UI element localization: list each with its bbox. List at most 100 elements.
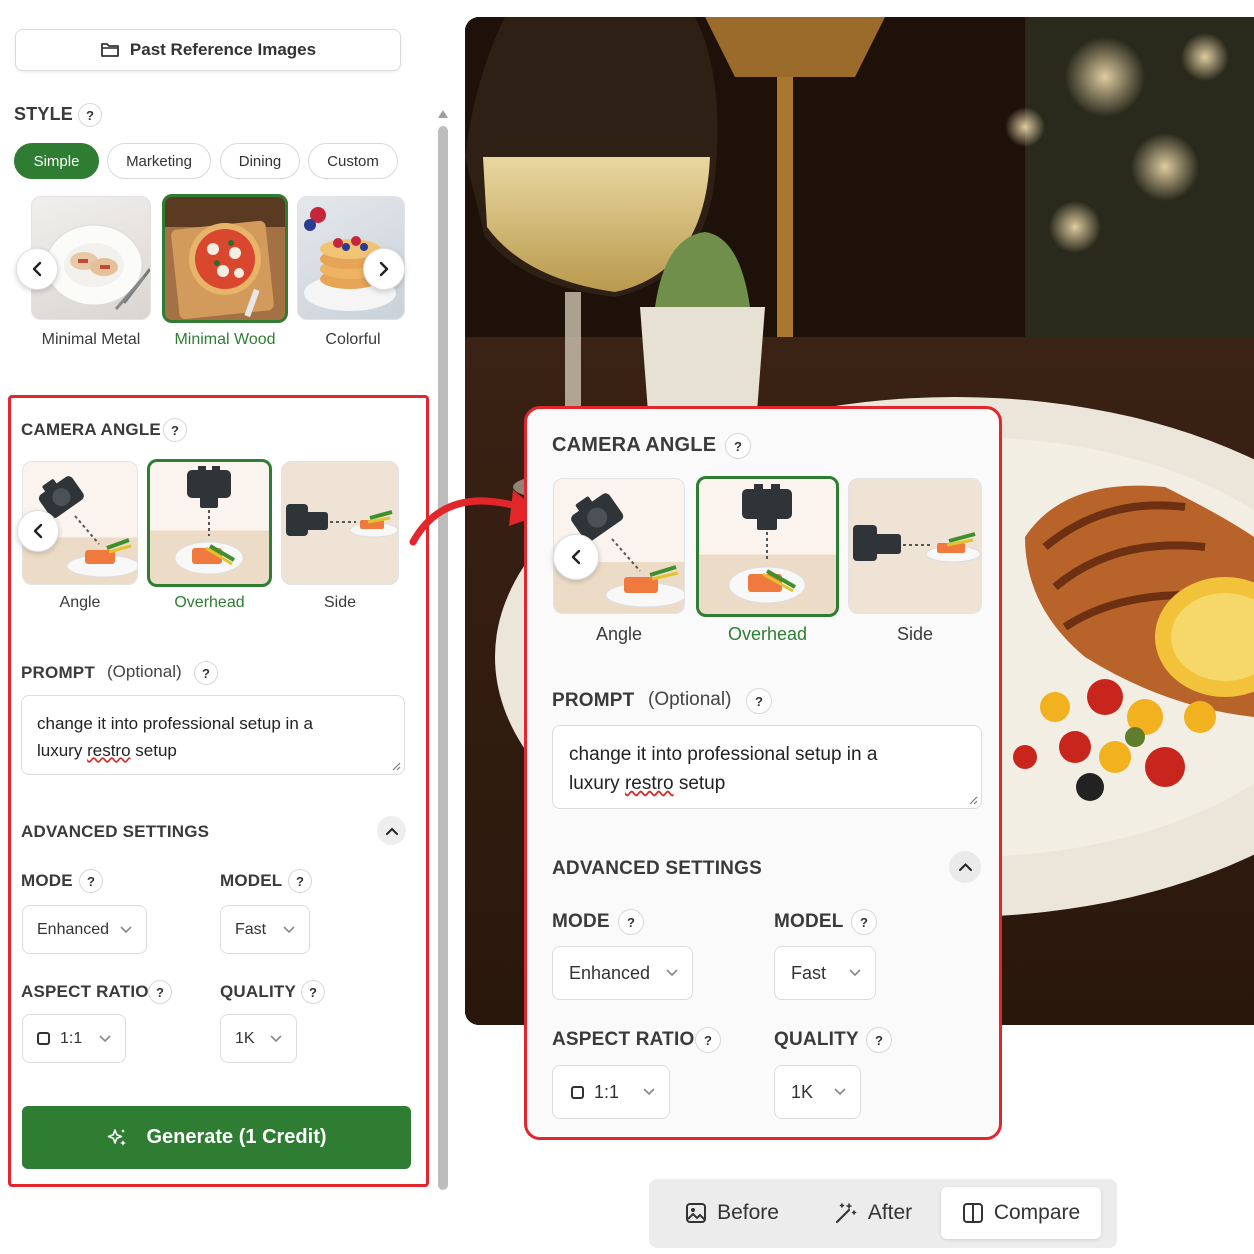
- zoom-camera-angle-title: CAMERA ANGLE: [552, 434, 717, 456]
- zoom-camera-option-overhead[interactable]: [696, 476, 839, 617]
- prompt-line-2: luxury restro setup: [37, 741, 177, 760]
- style-title: STYLE: [14, 104, 74, 124]
- zoom-mode-help-icon[interactable]: ?: [618, 909, 644, 935]
- advanced-collapse-button[interactable]: [377, 816, 406, 845]
- past-reference-images-label: Past Reference Images: [129, 40, 317, 59]
- square-icon: [37, 1032, 50, 1045]
- resize-handle-icon[interactable]: [968, 795, 978, 805]
- scroll-up-arrow[interactable]: [438, 110, 448, 118]
- zoom-mode-select[interactable]: Enhanced: [552, 946, 693, 1000]
- camera-side-illustration: [286, 504, 398, 538]
- model-select[interactable]: Fast: [220, 905, 310, 954]
- zoom-camera-prev-button[interactable]: [553, 534, 599, 580]
- chevron-left-icon: [32, 261, 42, 277]
- model-value: Fast: [235, 920, 267, 938]
- camera-caption-side: Side: [323, 594, 357, 611]
- camera-option-side[interactable]: [281, 461, 399, 585]
- sparkles-icon: [108, 1128, 127, 1146]
- zoom-caption-side: Side: [896, 624, 934, 644]
- style-caption-minimal-wood: Minimal Wood: [174, 331, 276, 348]
- settings-zoom-card: CAMERA ANGLE ? Angle Overhead Side PROMP…: [524, 406, 1002, 1140]
- aspect-ratio-select[interactable]: 1:1: [22, 1014, 126, 1063]
- camera-angle-help-icon[interactable]: ?: [163, 418, 187, 442]
- style-help-icon[interactable]: ?: [78, 103, 102, 127]
- zoom-model-help-icon[interactable]: ?: [851, 909, 877, 935]
- mode-help-icon[interactable]: ?: [79, 869, 103, 893]
- zoom-camera-option-side[interactable]: [848, 478, 982, 614]
- chevron-down-icon: [849, 969, 861, 977]
- compare-button[interactable]: Compare: [941, 1187, 1101, 1239]
- zoom-mode-value: Enhanced: [569, 962, 651, 983]
- aspect-ratio-help-icon[interactable]: ?: [148, 980, 172, 1004]
- zoom-model-value: Fast: [791, 962, 827, 983]
- chip-simple[interactable]: Simple: [14, 143, 99, 179]
- chip-custom[interactable]: Custom: [308, 143, 398, 179]
- zoom-prompt-optional-label: (Optional): [648, 689, 732, 710]
- zoom-advanced-collapse-button[interactable]: [949, 851, 981, 883]
- chip-dining[interactable]: Dining: [220, 143, 300, 179]
- zoom-aspect-ratio-value: 1:1: [594, 1081, 620, 1102]
- chevron-down-icon: [643, 1088, 655, 1096]
- style-thumb-minimal-wood[interactable]: [162, 194, 288, 323]
- model-help-icon[interactable]: ?: [288, 869, 312, 893]
- mode-label: MODE: [21, 871, 73, 890]
- chevron-down-icon: [834, 1088, 846, 1096]
- chip-marketing[interactable]: Marketing: [107, 143, 211, 179]
- before-button[interactable]: Before: [663, 1187, 801, 1239]
- zoom-quality-select[interactable]: 1K: [774, 1065, 861, 1119]
- generate-label: Generate (1 Credit): [146, 1126, 327, 1148]
- style-next-button[interactable]: [363, 248, 405, 290]
- prompt-textarea[interactable]: change it into professional setup in a l…: [21, 695, 405, 775]
- zoom-model-select[interactable]: Fast: [774, 946, 876, 1000]
- before-label: Before: [717, 1201, 779, 1224]
- zoom-model-label: MODEL: [774, 911, 844, 932]
- zoom-aspect-help-icon[interactable]: ?: [695, 1027, 721, 1053]
- zoom-quality-help-icon[interactable]: ?: [866, 1027, 892, 1053]
- zoom-prompt-line-2: luxury restro setup: [569, 773, 726, 794]
- mode-select[interactable]: Enhanced: [22, 905, 147, 954]
- prompt-line-1: change it into professional setup in a: [37, 714, 313, 733]
- zoom-quality-value: 1K: [791, 1081, 814, 1102]
- zoom-prompt-help-icon[interactable]: ?: [746, 688, 772, 714]
- chevron-down-icon: [120, 925, 132, 933]
- after-label: After: [867, 1201, 913, 1224]
- chevron-down-icon: [99, 1034, 111, 1042]
- quality-select[interactable]: 1K: [220, 1014, 297, 1063]
- camera-prev-button[interactable]: [17, 510, 59, 552]
- style-prev-button[interactable]: [16, 248, 58, 290]
- zoom-camera-help-icon[interactable]: ?: [725, 433, 751, 459]
- aspect-ratio-label: ASPECT RATIO: [21, 982, 149, 1001]
- compare-label: Compare: [993, 1201, 1081, 1224]
- after-button[interactable]: After: [812, 1187, 934, 1239]
- camera-caption-overhead: Overhead: [174, 594, 245, 611]
- resize-handle-icon[interactable]: [391, 761, 401, 771]
- minimal-wood-image: [165, 197, 285, 320]
- zoom-prompt-textarea[interactable]: change it into professional setup in a l…: [552, 725, 982, 809]
- quality-help-icon[interactable]: ?: [301, 980, 325, 1004]
- style-caption-minimal-metal: Minimal Metal: [41, 331, 141, 348]
- camera-option-overhead[interactable]: [147, 459, 272, 587]
- split-view-icon: [962, 1203, 983, 1223]
- magic-wand-icon: [835, 1203, 857, 1224]
- zoom-advanced-settings-title: ADVANCED SETTINGS: [552, 858, 762, 879]
- past-reference-images-button[interactable]: Past Reference Images: [15, 29, 401, 71]
- chevron-down-icon: [666, 969, 678, 977]
- generate-button[interactable]: Generate (1 Credit): [22, 1106, 411, 1169]
- quality-value: 1K: [235, 1029, 255, 1047]
- aspect-ratio-value: 1:1: [60, 1029, 83, 1047]
- zoom-camera-overhead-illustration: [728, 484, 806, 604]
- chevron-up-icon: [385, 827, 398, 835]
- camera-angle-title: CAMERA ANGLE: [21, 420, 161, 439]
- advanced-settings-title: ADVANCED SETTINGS: [21, 822, 210, 841]
- prompt-optional-label: (Optional): [107, 662, 182, 681]
- chevron-up-icon: [958, 863, 972, 871]
- camera-caption-angle: Angle: [59, 594, 101, 611]
- chevron-down-icon: [270, 1034, 282, 1042]
- zoom-aspect-ratio-select[interactable]: 1:1: [552, 1065, 670, 1119]
- prompt-help-icon[interactable]: ?: [194, 661, 218, 685]
- model-label: MODEL: [220, 871, 283, 890]
- left-panel-scrollbar[interactable]: [437, 110, 449, 1190]
- image-icon: [686, 1203, 707, 1223]
- scrollbar-thumb[interactable]: [438, 126, 448, 1190]
- quality-label: QUALITY: [220, 982, 297, 1001]
